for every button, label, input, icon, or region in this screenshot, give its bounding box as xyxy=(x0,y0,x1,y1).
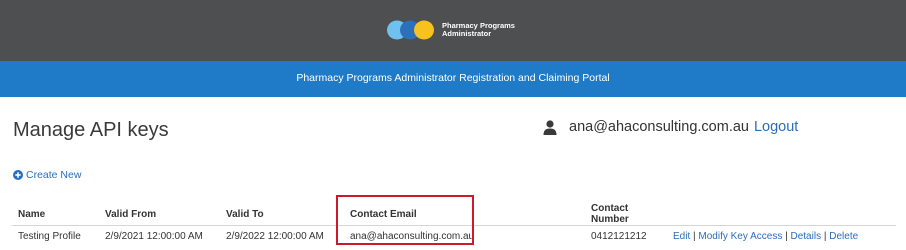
plus-circle-icon xyxy=(13,170,23,180)
delete-link[interactable]: Delete xyxy=(829,231,858,242)
portal-title-bar: Pharmacy Programs Administrator Registra… xyxy=(0,61,906,97)
cell-contact-number: 0412121212 xyxy=(591,231,647,243)
cell-contact-email: ana@ahaconsulting.com.au xyxy=(350,231,475,243)
api-keys-table: Name Valid From Valid To Contact Email C… xyxy=(12,203,896,248)
logo-text: Pharmacy Programs Administrator xyxy=(442,22,515,38)
page-title: Manage API keys xyxy=(13,119,169,141)
column-header-contact-email: Contact Email xyxy=(344,203,585,226)
table-header-row: Name Valid From Valid To Contact Email C… xyxy=(12,203,896,226)
modify-key-access-link[interactable]: Modify Key Access xyxy=(698,231,782,242)
top-header-bar: Pharmacy Programs Administrator xyxy=(0,0,906,61)
column-header-valid-from: Valid From xyxy=(99,203,220,226)
logo-line-2: Administrator xyxy=(442,29,492,38)
logo-mark-icon xyxy=(387,20,434,40)
column-header-contact-number: Contact Number xyxy=(585,203,667,226)
create-new-link[interactable]: Create New xyxy=(13,169,81,181)
app-logo[interactable]: Pharmacy Programs Administrator xyxy=(386,19,515,41)
cell-actions: Edit | Modify Key Access | Details | Del… xyxy=(667,226,896,248)
cell-name: Testing Profile xyxy=(18,231,81,243)
user-email: ana@ahaconsulting.com.au xyxy=(569,119,749,135)
user-area: ana@ahaconsulting.com.au Logout xyxy=(543,119,798,135)
separator: | xyxy=(823,231,827,243)
separator: | xyxy=(785,231,788,243)
portal-title: Pharmacy Programs Administrator Registra… xyxy=(296,72,610,84)
user-icon xyxy=(543,119,557,135)
cell-valid-to: 2/9/2022 12:00:00 AM xyxy=(226,231,324,243)
create-new-label: Create New xyxy=(26,169,82,181)
column-header-valid-to: Valid To xyxy=(220,203,344,226)
details-link[interactable]: Details xyxy=(791,231,822,242)
separator: | xyxy=(693,231,696,243)
column-header-name: Name xyxy=(12,203,99,226)
edit-link[interactable]: Edit xyxy=(673,231,690,242)
logout-link[interactable]: Logout xyxy=(754,119,798,135)
cell-valid-from: 2/9/2021 12:00:00 AM xyxy=(105,231,203,243)
column-header-actions xyxy=(667,203,896,226)
table-row: Testing Profile 2/9/2021 12:00:00 AM 2/9… xyxy=(12,226,896,248)
